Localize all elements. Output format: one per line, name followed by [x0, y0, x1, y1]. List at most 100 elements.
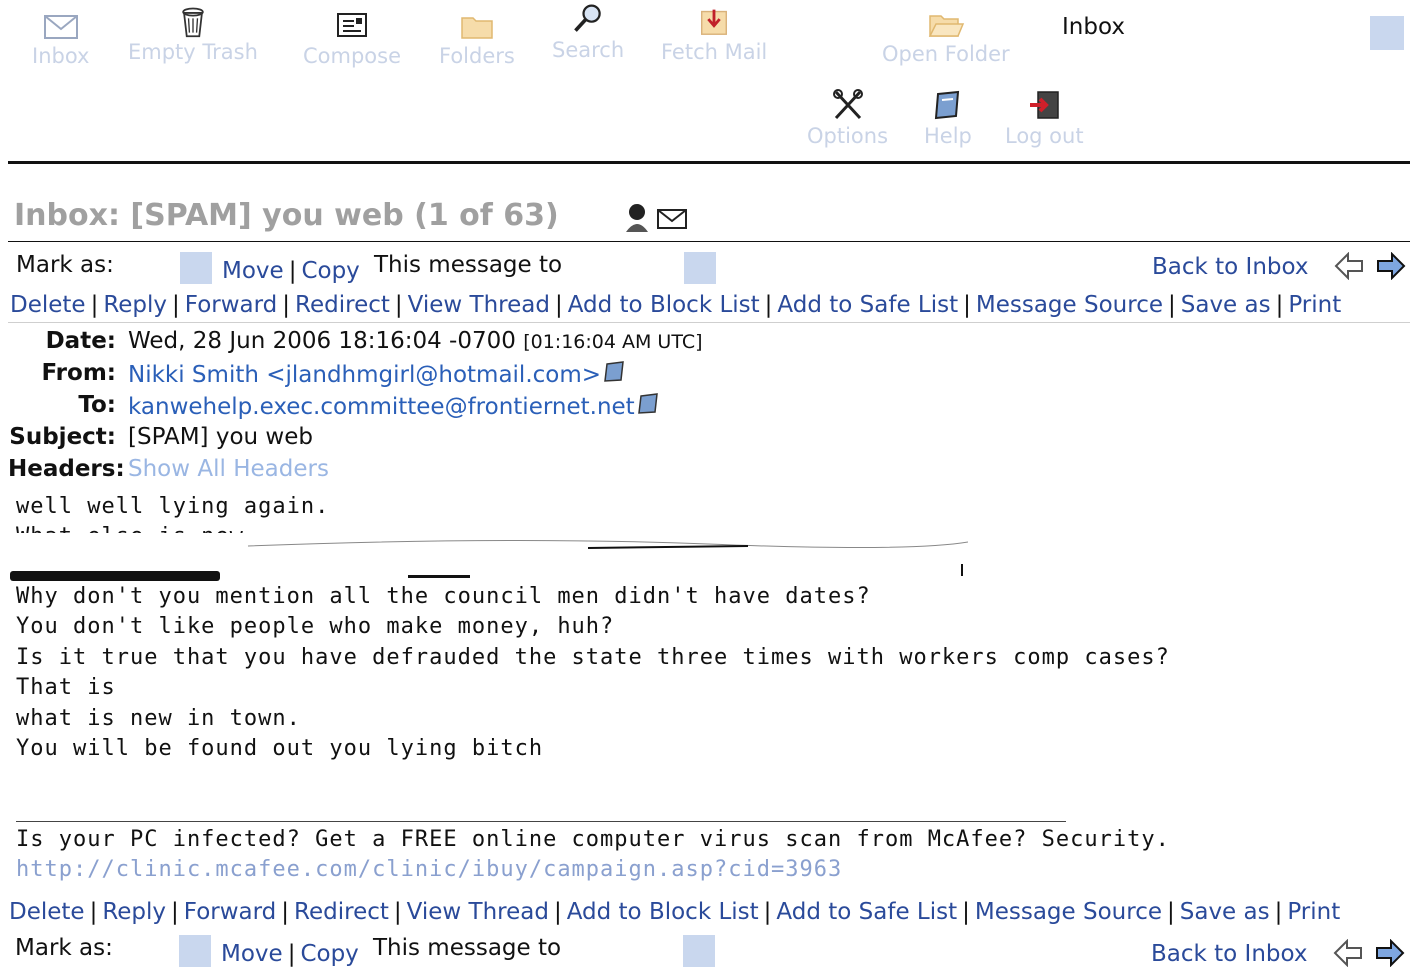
print-link[interactable]: Print [1288, 292, 1341, 318]
this-message-to-label: This message to [373, 935, 562, 961]
move-link[interactable]: Move [221, 941, 283, 967]
tools-icon [832, 89, 863, 120]
signature-divider [16, 821, 1066, 822]
forward-link[interactable]: Forward [185, 292, 278, 318]
move-copy-group: Move | Copy [222, 258, 360, 284]
body-line: What else is new [16, 524, 244, 533]
view-thread-link[interactable]: View Thread [407, 899, 549, 925]
redirect-link[interactable]: Redirect [294, 899, 389, 925]
mark-as-label: Mark as: [15, 935, 113, 961]
add-to-block-list-link[interactable]: Add to Block List [567, 899, 759, 925]
delete-link[interactable]: Delete [10, 292, 86, 318]
move-link[interactable]: Move [222, 258, 284, 284]
view-thread-link[interactable]: View Thread [408, 292, 550, 318]
log-out-label: Log out [1005, 124, 1084, 148]
mark-as-image[interactable] [180, 252, 212, 284]
redirect-link[interactable]: Redirect [295, 292, 390, 318]
open-folder-label: Open Folder [882, 42, 1010, 66]
folders-button[interactable]: Folders [439, 8, 515, 68]
compose-icon [337, 13, 367, 37]
options-label: Options [807, 124, 889, 148]
save-as-link[interactable]: Save as [1181, 292, 1271, 318]
next-message-icon[interactable] [1376, 252, 1406, 280]
help-label: Help [924, 124, 972, 148]
reply-link[interactable]: Reply [103, 292, 167, 318]
address-book-icon[interactable] [601, 360, 627, 382]
save-as-link[interactable]: Save as [1180, 899, 1270, 925]
redaction-bar [408, 575, 470, 578]
fetch-mail-icon [701, 9, 728, 35]
to-address[interactable]: kanwehelp.exec.committee@frontiernet.net [128, 394, 635, 420]
toolbar-divider [8, 161, 1410, 164]
show-all-headers-link[interactable]: Show All Headers [128, 456, 329, 482]
open-folder-button[interactable]: Open Folder [882, 6, 1010, 66]
folder-select-image[interactable] [683, 935, 715, 967]
subject-label: Subject: [9, 424, 116, 450]
mark-as-label: Mark as: [16, 252, 114, 278]
compose-button[interactable]: Compose [303, 8, 401, 68]
folder-select-image[interactable] [684, 252, 716, 284]
envelope-icon [43, 15, 78, 39]
empty-trash-button[interactable]: Empty Trash [128, 4, 258, 64]
empty-trash-label: Empty Trash [128, 40, 258, 64]
folders-label: Folders [439, 44, 515, 68]
delete-link[interactable]: Delete [9, 899, 85, 925]
folder-icon [461, 17, 493, 39]
message-heading: Inbox: [SPAM] you web (1 of 63) [14, 198, 559, 233]
body-line: well well lying again. [16, 494, 330, 519]
search-label: Search [552, 38, 625, 62]
forward-link[interactable]: Forward [184, 899, 277, 925]
body-line: You will be found out you lying bitch [16, 736, 544, 761]
body-line: Why don't you mention all the council me… [16, 584, 871, 609]
previous-message-icon[interactable] [1333, 939, 1363, 967]
heading-icons [623, 202, 688, 236]
sender-avatar-icon[interactable] [623, 202, 651, 232]
mark-as-image[interactable] [179, 935, 211, 967]
previous-message-icon[interactable] [1334, 252, 1364, 280]
date-utc: [01:16:04 AM UTC] [523, 331, 703, 353]
add-to-safe-list-link[interactable]: Add to Safe List [777, 292, 958, 318]
body-line: what is new in town. [16, 706, 301, 731]
footer-link[interactable]: http://clinic.mcafee.com/clinic/ibuy/cam… [16, 857, 842, 882]
current-folder-title: Inbox [1062, 14, 1125, 40]
from-address[interactable]: Nikki Smith <jlandhmgirl@hotmail.com> [128, 362, 601, 388]
trash-icon [182, 7, 204, 38]
envelope-icon[interactable] [656, 206, 688, 232]
fetch-mail-button[interactable]: Fetch Mail [661, 4, 767, 64]
action-row-top: Delete | Reply | Forward | Redirect | View Threa… [10, 292, 1342, 318]
inbox-label: Inbox [32, 44, 90, 68]
logout-icon [1030, 91, 1060, 119]
copy-link[interactable]: Copy [300, 941, 358, 967]
add-to-safe-list-link[interactable]: Add to Safe List [776, 899, 957, 925]
add-to-block-list-link[interactable]: Add to Block List [568, 292, 760, 318]
subject-value: [SPAM] you web [128, 424, 313, 450]
copy-link[interactable]: Copy [301, 258, 359, 284]
body-line: That is [16, 675, 116, 700]
action-divider [8, 322, 1410, 323]
message-source-link[interactable]: Message Source [976, 292, 1163, 318]
next-message-icon[interactable] [1375, 939, 1405, 967]
help-button[interactable]: Help [924, 88, 972, 148]
options-button[interactable]: Options [807, 88, 888, 148]
help-book-icon [934, 90, 960, 120]
address-book-icon[interactable] [635, 392, 661, 414]
compose-label: Compose [303, 44, 402, 68]
mark-as-row-bottom: Mark as: Move | Copy This message to Back … [15, 935, 1405, 969]
search-button[interactable]: Search [552, 2, 624, 62]
log-out-button[interactable]: Log out [1005, 88, 1084, 148]
reply-link[interactable]: Reply [102, 899, 166, 925]
from-value: Nikki Smith <jlandhmgirl@hotmail.com> [128, 360, 627, 388]
date-text: Wed, 28 Jun 2006 18:16:04 -0700 [128, 328, 516, 354]
print-link[interactable]: Print [1287, 899, 1340, 925]
placeholder-image [1370, 16, 1404, 50]
fetch-mail-label: Fetch Mail [661, 40, 768, 64]
headers-label: Headers: [8, 456, 125, 482]
date-label: Date: [45, 328, 116, 354]
magnifier-icon [574, 4, 601, 32]
from-label: From: [41, 360, 116, 386]
back-to-inbox-link[interactable]: Back to Inbox [1152, 254, 1309, 280]
this-message-to-label: This message to [374, 252, 563, 278]
message-source-link[interactable]: Message Source [975, 899, 1162, 925]
back-to-inbox-link[interactable]: Back to Inbox [1151, 941, 1308, 967]
inbox-button[interactable]: Inbox [32, 8, 89, 68]
